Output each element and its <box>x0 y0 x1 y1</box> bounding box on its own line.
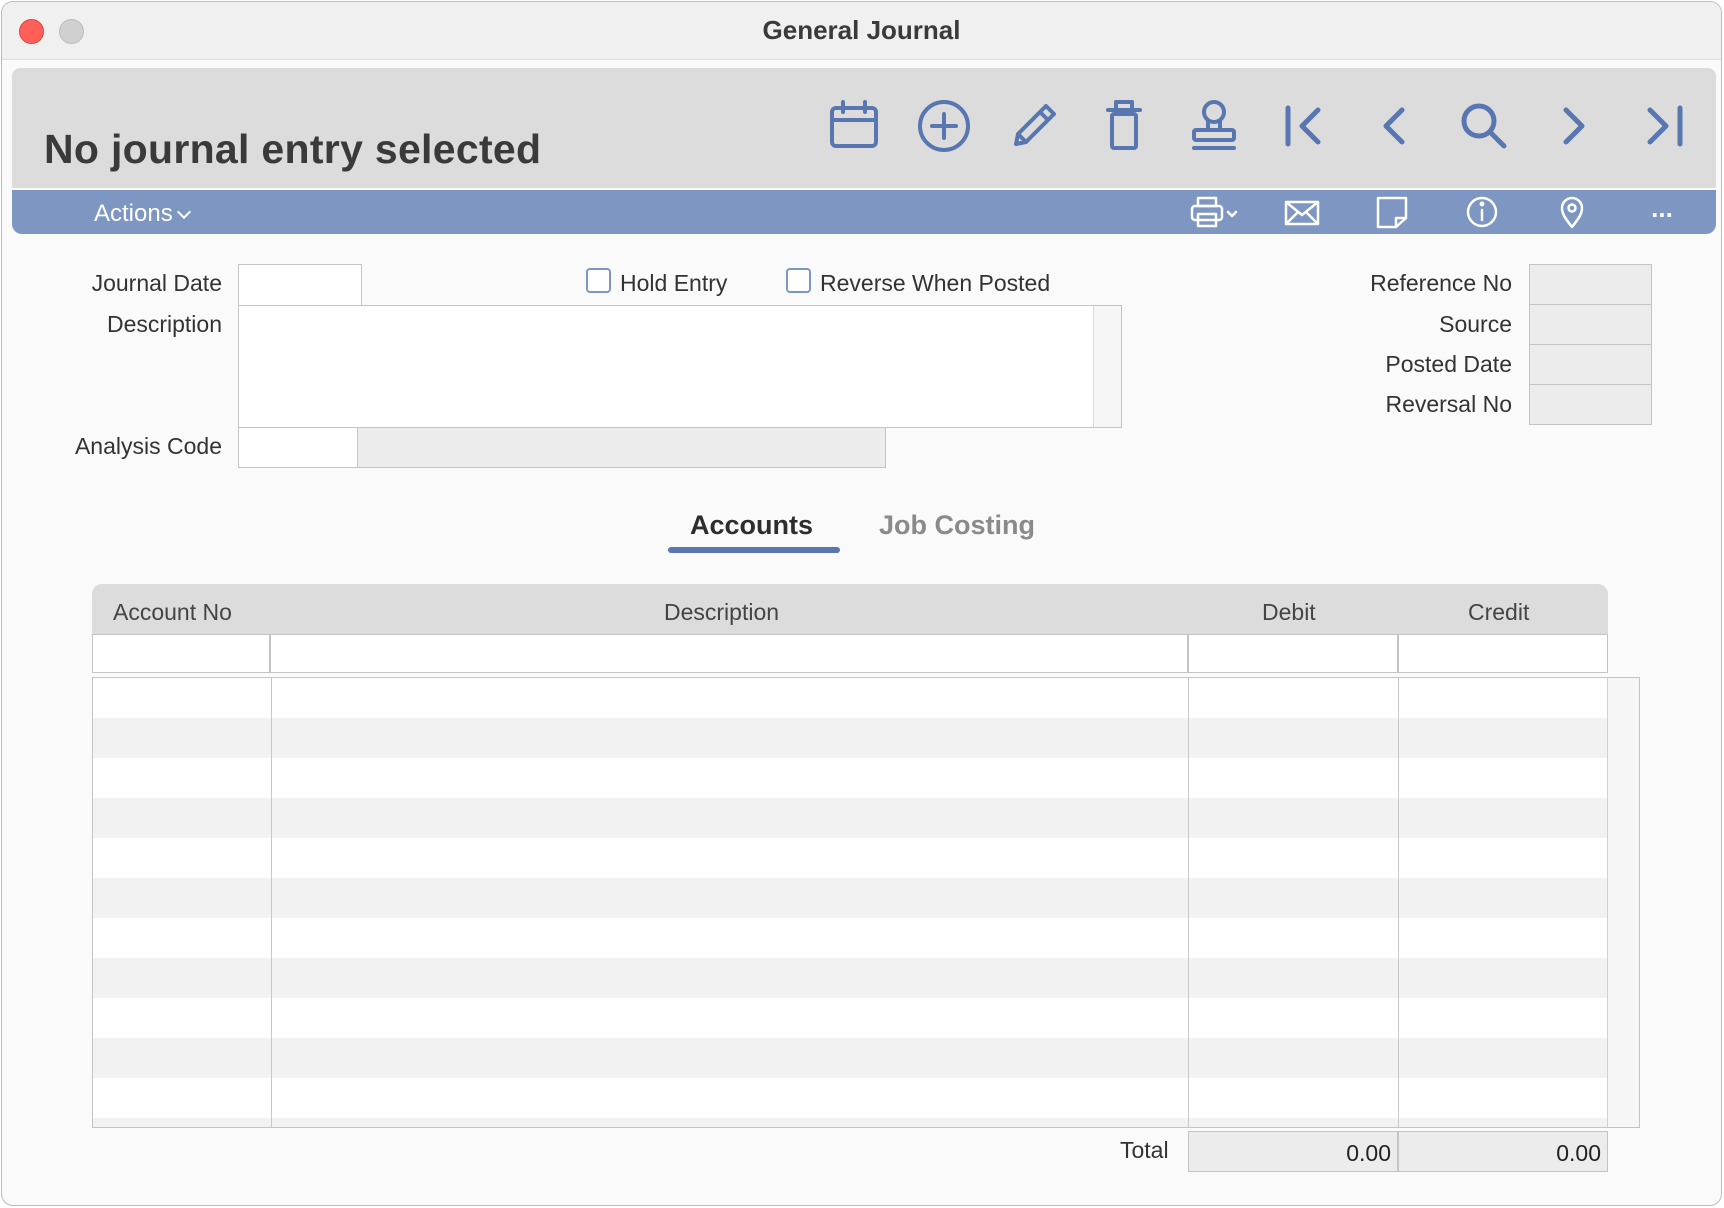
general-journal-window: General Journal No journal entry selecte… <box>1 1 1722 1206</box>
actions-menu-label: Actions <box>94 200 173 227</box>
pencil-icon[interactable] <box>1004 96 1064 156</box>
more-icon[interactable]: ... <box>1642 194 1682 230</box>
total-credit: 0.00 <box>1398 1131 1608 1172</box>
location-pin-icon[interactable] <box>1552 194 1592 230</box>
actions-menu[interactable]: Actions <box>94 200 191 228</box>
table-row[interactable] <box>93 998 1607 1038</box>
note-icon[interactable] <box>1372 194 1412 230</box>
tab-job-costing[interactable]: Job Costing <box>879 510 1035 541</box>
table-row[interactable] <box>93 1038 1607 1078</box>
record-title: No journal entry selected <box>44 126 542 172</box>
table-row[interactable] <box>93 958 1607 998</box>
accounts-grid-body[interactable] <box>92 677 1640 1128</box>
chevron-down-icon <box>176 204 191 220</box>
reference-no-field <box>1529 264 1652 305</box>
analysis-code-field[interactable] <box>238 427 358 468</box>
title-bar: General Journal <box>2 2 1721 60</box>
tab-accounts[interactable]: Accounts <box>690 510 813 541</box>
journal-date-label: Journal Date <box>91 270 222 296</box>
trash-icon[interactable] <box>1094 96 1154 156</box>
table-row[interactable] <box>93 1078 1607 1118</box>
column-header-credit[interactable]: Credit <box>1468 599 1529 626</box>
column-divider <box>271 678 272 1127</box>
reversal-no-field <box>1529 384 1652 425</box>
reference-no-label: Reference No <box>1370 270 1512 296</box>
hold-entry-label: Hold Entry <box>620 270 728 296</box>
table-row[interactable] <box>93 758 1607 798</box>
action-bar: Actions ... <box>12 190 1716 234</box>
description-label: Description <box>106 311 222 337</box>
reversal-no-label: Reversal No <box>1385 391 1512 417</box>
table-row[interactable] <box>93 838 1607 878</box>
accounts-grid-header: Account No Description Debit Credit <box>92 584 1608 634</box>
calendar-icon[interactable] <box>824 96 884 156</box>
reverse-when-posted-checkbox[interactable] <box>786 268 811 293</box>
column-header-account-no[interactable]: Account No <box>113 599 232 626</box>
record-header: No journal entry selected <box>12 68 1716 188</box>
column-header-debit[interactable]: Debit <box>1262 599 1316 626</box>
hold-entry-checkbox[interactable] <box>586 268 611 293</box>
analysis-code-label: Analysis Code <box>74 433 222 459</box>
active-tab-indicator <box>668 547 840 553</box>
filter-credit[interactable] <box>1398 634 1608 673</box>
filter-description[interactable] <box>270 634 1188 673</box>
next-record-icon[interactable] <box>1544 96 1604 156</box>
total-label: Total <box>1120 1137 1169 1163</box>
source-label: Source <box>1439 311 1512 337</box>
posted-date-label: Posted Date <box>1385 351 1512 377</box>
column-divider <box>1188 678 1189 1127</box>
info-icon[interactable] <box>1462 194 1502 230</box>
journal-date-field[interactable] <box>238 264 362 306</box>
table-row[interactable] <box>93 1118 1607 1127</box>
filter-account-no[interactable] <box>92 634 270 673</box>
description-scrollbar[interactable] <box>1093 306 1121 427</box>
stamp-icon[interactable] <box>1184 96 1244 156</box>
first-record-icon[interactable] <box>1274 96 1334 156</box>
last-record-icon[interactable] <box>1634 96 1694 156</box>
column-header-description[interactable]: Description <box>664 599 779 626</box>
search-icon[interactable] <box>1454 96 1514 156</box>
previous-record-icon[interactable] <box>1364 96 1424 156</box>
description-field[interactable] <box>238 305 1122 428</box>
table-row[interactable] <box>93 878 1607 918</box>
reverse-when-posted-label: Reverse When Posted <box>820 270 1051 296</box>
add-circle-icon[interactable] <box>914 96 974 156</box>
source-field <box>1529 304 1652 345</box>
column-divider <box>1398 678 1399 1127</box>
table-row[interactable] <box>93 918 1607 958</box>
posted-date-field <box>1529 344 1652 385</box>
window-title: General Journal <box>762 15 961 45</box>
envelope-icon[interactable] <box>1282 194 1322 230</box>
grid-scrollbar[interactable] <box>1607 678 1639 1127</box>
table-row[interactable] <box>93 798 1607 838</box>
table-row[interactable] <box>93 678 1607 718</box>
table-row[interactable] <box>93 718 1607 758</box>
printer-icon[interactable] <box>1188 194 1244 230</box>
analysis-code-description <box>357 427 886 468</box>
filter-debit[interactable] <box>1188 634 1398 673</box>
total-debit: 0.00 <box>1188 1131 1398 1172</box>
